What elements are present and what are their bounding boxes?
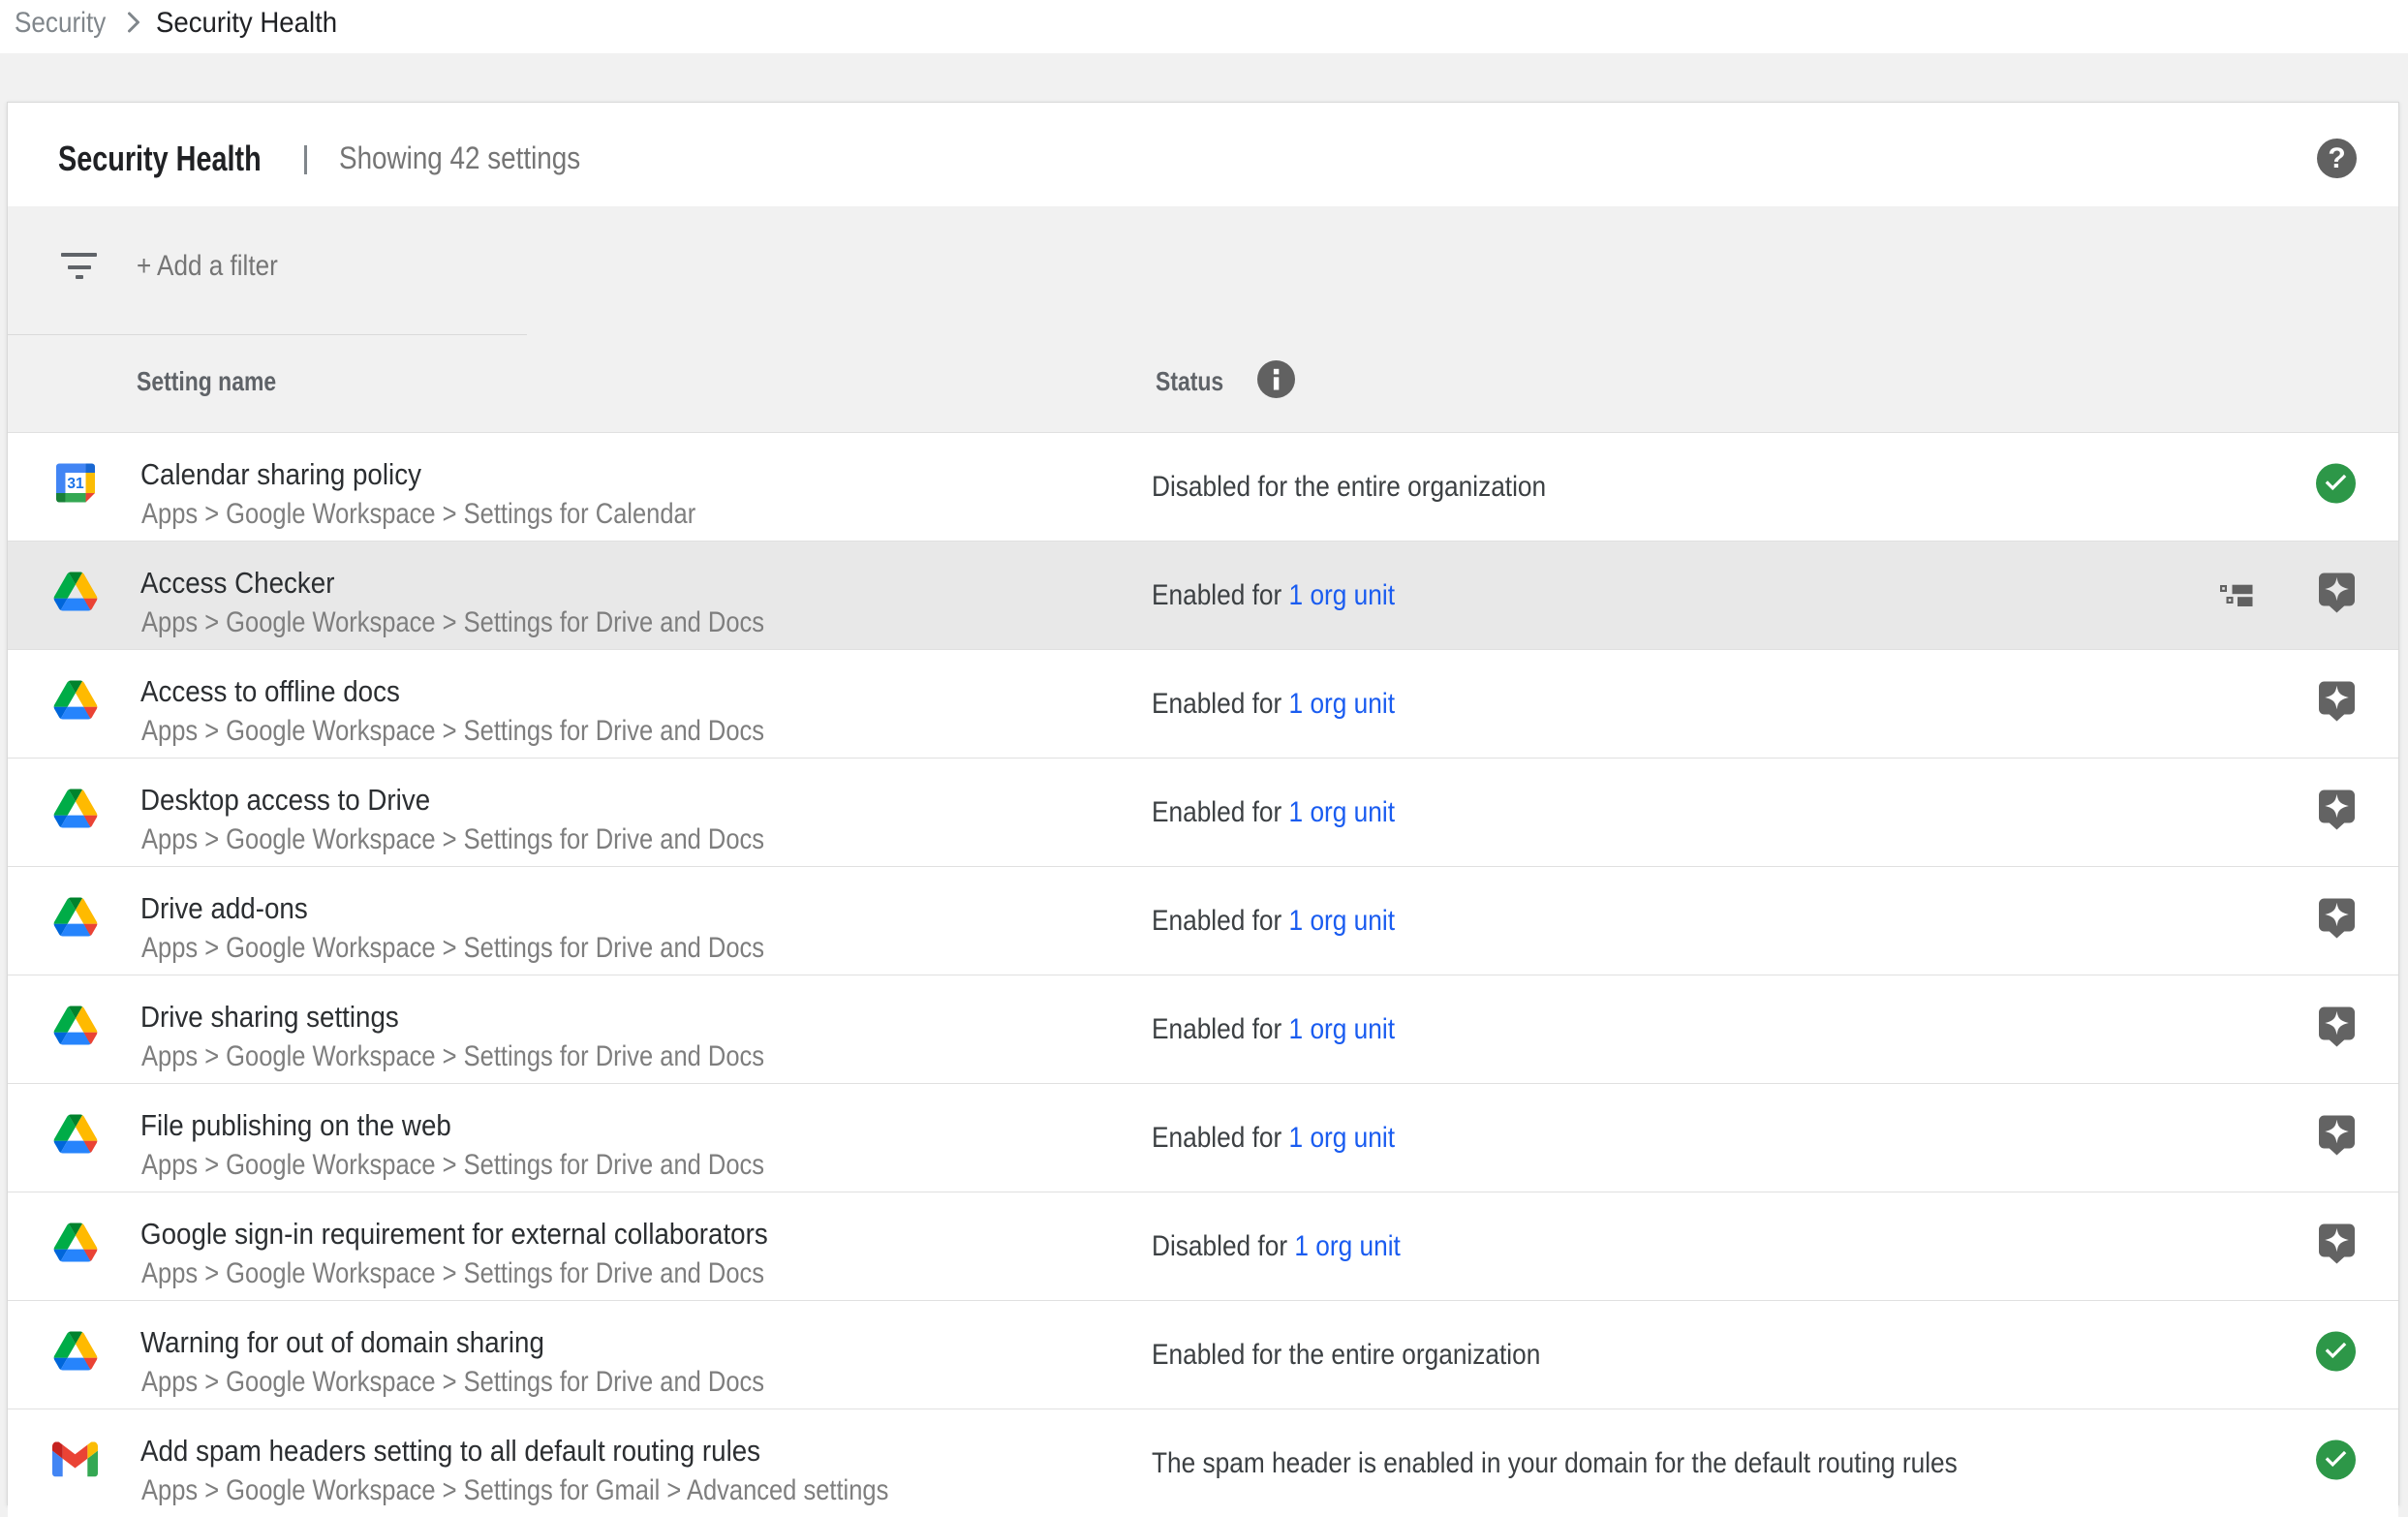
svg-text:31: 31 <box>67 476 84 492</box>
